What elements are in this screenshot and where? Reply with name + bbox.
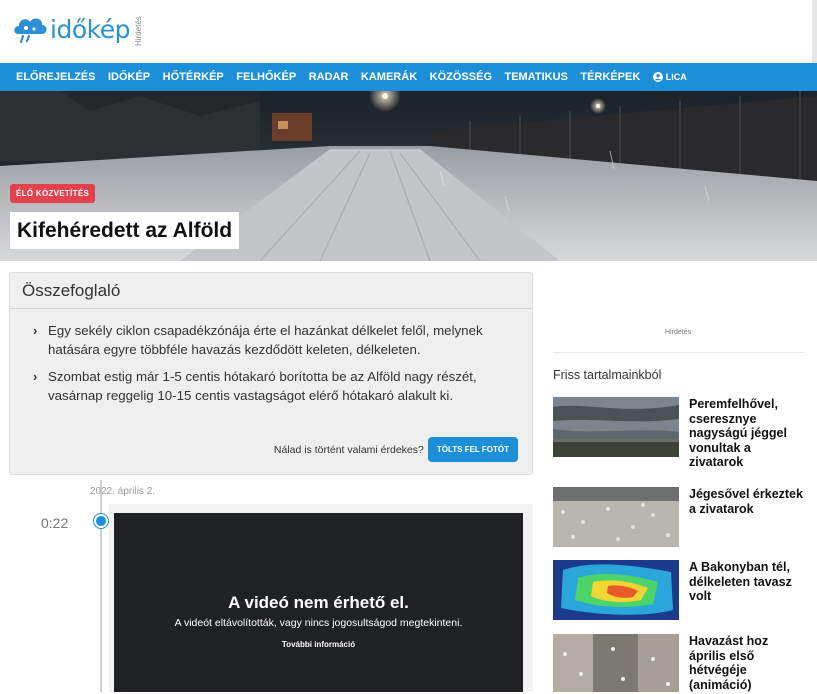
logo-text: időkép <box>50 14 130 44</box>
nav-item-terkepek[interactable]: TÉRKÉPEK <box>580 71 640 83</box>
summary-item-text: Szombat estig már 1-5 centis hótakaró bo… <box>48 369 477 403</box>
article-title: Peremfelhővel, cseresznye nagyságú jégge… <box>689 397 787 469</box>
summary-item: › Szombat estig már 1-5 centis hótakaró … <box>33 367 518 405</box>
article-thumbnail <box>553 397 679 457</box>
timeline-dot <box>94 514 108 528</box>
timeline-time: 0:22 <box>41 515 69 531</box>
chevron-right-icon: › <box>33 323 38 338</box>
nav-item-kamerak[interactable]: KAMERÁK <box>361 71 417 83</box>
timeline-line <box>100 480 102 692</box>
article-title: A Bakonyban tél, délkeleten tavasz volt <box>689 560 792 603</box>
scroll-edge <box>812 0 817 63</box>
article-title: Jégesővel érkeztek a zivatarok <box>689 487 803 516</box>
user-menu[interactable]: LICA <box>652 72 687 82</box>
video-error-title: A videó nem érhető el. <box>228 593 409 612</box>
site-logo[interactable]: időkép <box>12 12 130 46</box>
summary-item-text: Egy sekély ciklon csapadékzónája érte el… <box>48 323 483 357</box>
video-error-message: A videót eltávolították, vagy nincs jogo… <box>174 617 463 629</box>
timeline-date: 2022. április 2. <box>90 486 156 497</box>
upload-question: Nálad is történt valami érdekes? <box>273 443 424 456</box>
article-thumbnail <box>553 634 679 694</box>
sidebar-divider <box>553 352 804 353</box>
nav-item-hoterkep[interactable]: HŐTÉRKÉP <box>163 71 224 83</box>
upload-row: Nálad is történt valami érdekes? TÖLTS F… <box>274 437 518 462</box>
hero-banner: ÉLŐ KÖZVETÍTÉS Kifehéredett az Alföld <box>0 91 817 261</box>
user-circle-icon <box>652 72 663 82</box>
summary-item: › Egy sekély ciklon csapadékzónája érte … <box>33 321 518 359</box>
sidebar-article[interactable]: Peremfelhővel, cseresznye nagyságú jégge… <box>553 397 808 470</box>
cloud-logo-icon <box>14 18 47 44</box>
summary-heading: Összefoglaló <box>10 273 532 309</box>
sidebar-article[interactable]: Jégesővel érkeztek a zivatarok <box>553 487 808 547</box>
sidebar-heading: Friss tartalmainkból <box>553 368 662 382</box>
article-title: Havazást hoz április első hétvégéje (ani… <box>689 634 769 692</box>
video-player[interactable]: A videó nem érhető el. A videót eltávolí… <box>114 513 523 692</box>
article-title: Kifehéredett az Alföld <box>10 212 240 249</box>
ad-label: Hirdetés <box>134 16 143 46</box>
summary-box: Összefoglaló › Egy sekély ciklon csapadé… <box>9 272 533 475</box>
nav-item-kozosseg[interactable]: KÖZÖSSÉG <box>430 71 492 83</box>
upload-photo-button[interactable]: TÖLTS FEL FOTÓT <box>427 437 518 462</box>
nav-item-radar[interactable]: RADAR <box>309 71 349 83</box>
user-name: LICA <box>665 72 687 82</box>
sidebar-article[interactable]: A Bakonyban tél, délkeleten tavasz volt <box>553 560 808 620</box>
site-header: időkép Hirdetés <box>0 0 817 63</box>
summary-list: › Egy sekély ciklon csapadékzónája érte … <box>10 309 532 405</box>
sidebar-ad-label: Hirdetés <box>665 329 692 336</box>
nav-item-tematikus[interactable]: TEMATIKUS <box>505 71 568 83</box>
live-badge: ÉLŐ KÖZVETÍTÉS <box>10 184 96 203</box>
nav-item-felhokep[interactable]: FELHŐKÉP <box>236 71 296 83</box>
chevron-right-icon: › <box>33 369 38 384</box>
article-thumbnail <box>553 487 679 547</box>
main-nav: ELŐREJELZÉS IDŐKÉP HŐTÉRKÉP FELHŐKÉP RAD… <box>0 63 817 91</box>
article-thumbnail <box>553 560 679 620</box>
nav-item-idokep[interactable]: IDŐKÉP <box>108 71 150 83</box>
nav-item-elorejelzes[interactable]: ELŐREJELZÉS <box>16 71 95 83</box>
more-info-link[interactable]: További információ <box>114 640 523 649</box>
sidebar-article[interactable]: Havazást hoz április első hétvégéje (ani… <box>553 634 808 694</box>
